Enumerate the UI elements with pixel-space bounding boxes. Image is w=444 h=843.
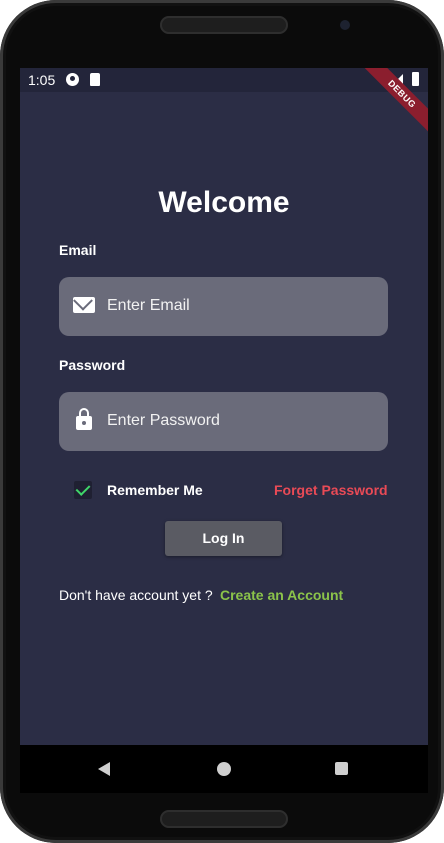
recent-apps-icon[interactable] — [335, 762, 348, 775]
bottom-speaker — [160, 810, 288, 828]
back-icon[interactable] — [98, 762, 110, 776]
notification-icon — [66, 73, 79, 86]
page-title: Welcome — [158, 186, 290, 219]
status-time: 1:05 — [28, 72, 56, 88]
email-label: Email — [59, 242, 97, 258]
password-field[interactable]: Enter Password — [59, 392, 388, 451]
login-button[interactable]: Log In — [165, 521, 282, 556]
front-camera — [340, 20, 350, 30]
battery-icon — [412, 72, 419, 86]
email-placeholder: Enter Email — [107, 297, 190, 314]
signup-prompt: Don't have account yet ? — [59, 587, 213, 603]
sd-card-icon — [90, 73, 100, 86]
create-account-link[interactable]: Create an Account — [220, 587, 343, 603]
remember-me-label: Remember Me — [107, 482, 203, 498]
password-label: Password — [59, 357, 126, 373]
navigation-bar — [20, 745, 428, 793]
lock-icon — [73, 408, 92, 430]
check-icon — [75, 481, 91, 496]
top-speaker — [160, 16, 288, 34]
app-screen: 1:05 DEBUG Welcome Email Enter Email Pas… — [20, 68, 428, 745]
forget-password-link[interactable]: Forget Password — [274, 482, 388, 498]
home-icon[interactable] — [217, 762, 231, 776]
status-bar: 1:05 — [20, 68, 428, 92]
remember-me-checkbox[interactable] — [74, 481, 92, 499]
mail-icon — [73, 297, 95, 313]
email-field[interactable]: Enter Email — [59, 277, 388, 336]
password-placeholder: Enter Password — [107, 412, 220, 429]
